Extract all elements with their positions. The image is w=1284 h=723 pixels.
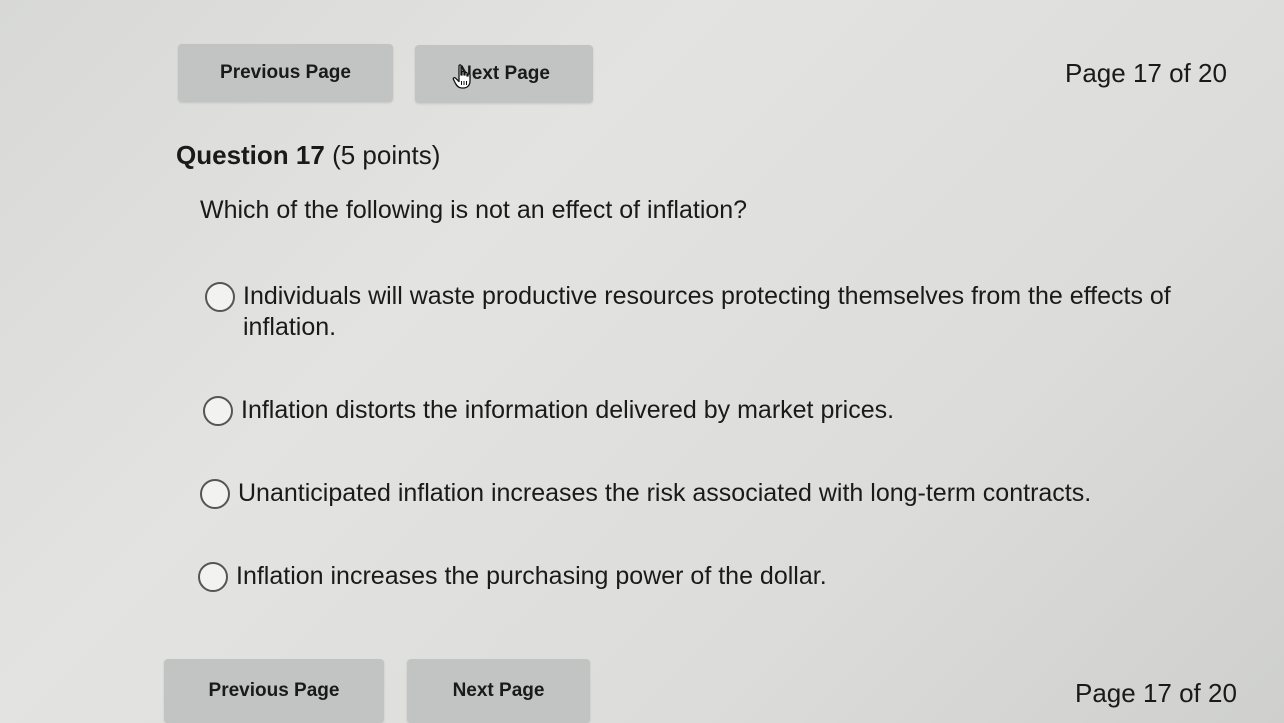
question-prompt: Which of the following is not an effect …: [200, 196, 748, 224]
page-indicator-top: Page 17 of 20: [1065, 58, 1227, 88]
answer-option-label: Inflation increases the purchasing power…: [236, 562, 827, 590]
answer-option-label: Individuals will waste productive resour…: [243, 282, 1171, 341]
question-points: (5 points): [332, 140, 441, 170]
question-number: Question 17: [176, 140, 325, 170]
answer-option-2[interactable]: Inflation distorts the information deliv…: [203, 395, 894, 426]
answer-option-4[interactable]: Inflation increases the purchasing power…: [198, 561, 827, 592]
previous-page-button-bottom[interactable]: Previous Page: [164, 659, 384, 723]
radio-button[interactable]: [205, 282, 235, 312]
answer-option-label: Unanticipated inflation increases the ri…: [238, 479, 1092, 507]
answer-option-3[interactable]: Unanticipated inflation increases the ri…: [200, 478, 1091, 509]
radio-button[interactable]: [198, 562, 228, 592]
next-page-label: Next Page: [452, 680, 545, 701]
answer-option-1[interactable]: Individuals will waste productive resour…: [205, 281, 1205, 343]
previous-page-label: Previous Page: [220, 62, 351, 83]
previous-page-label: Previous Page: [208, 680, 340, 701]
radio-button[interactable]: [203, 396, 233, 426]
radio-button[interactable]: [200, 479, 230, 509]
next-page-button-bottom[interactable]: Next Page: [407, 659, 590, 723]
answer-option-label: Inflation distorts the information deliv…: [241, 396, 895, 424]
page-indicator-bottom: Page 17 of 20: [1075, 678, 1237, 708]
question-title: Question 17 (5 points): [176, 140, 440, 171]
next-page-button-top[interactable]: Next Page: [415, 45, 593, 103]
previous-page-button-top[interactable]: Previous Page: [178, 44, 393, 102]
hand-pointer-icon: [452, 64, 471, 89]
